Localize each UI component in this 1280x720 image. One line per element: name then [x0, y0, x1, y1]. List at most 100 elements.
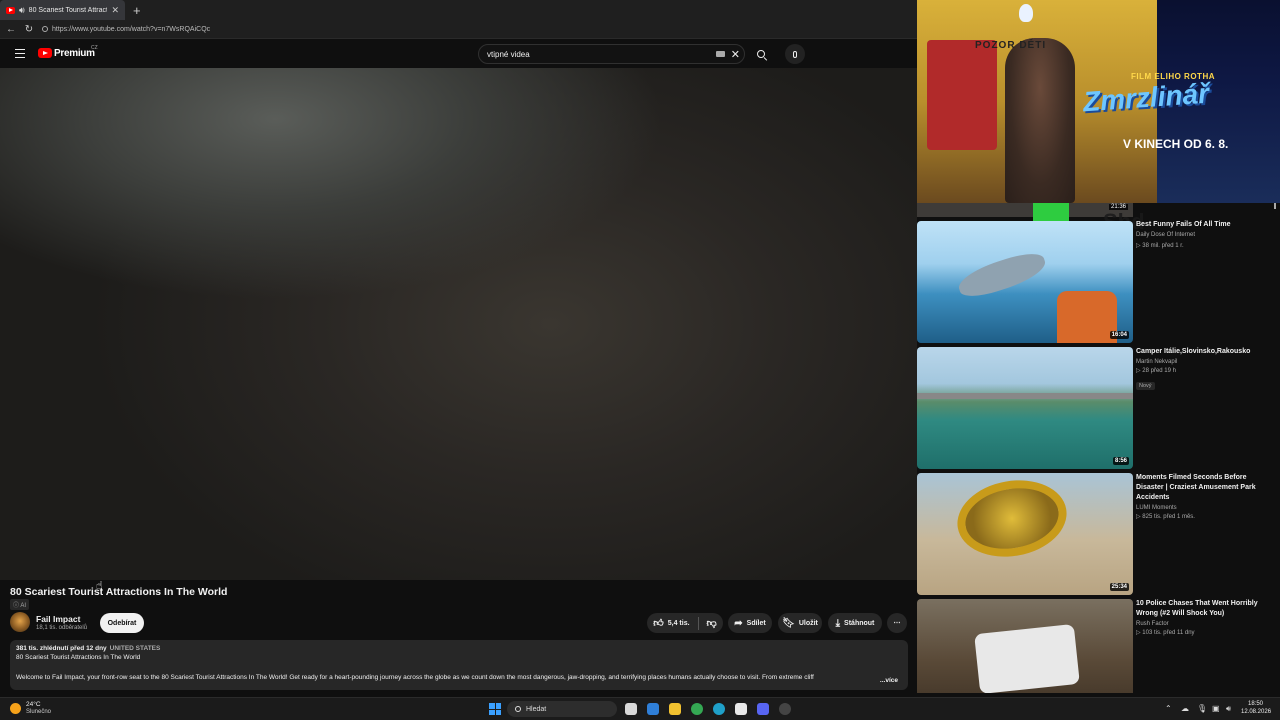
- discord-icon[interactable]: [757, 703, 769, 715]
- thumbs-down-icon[interactable]: 👎︎: [707, 617, 717, 629]
- recommendation-thumbnail[interactable]: 21:36: [917, 203, 1133, 217]
- file-explorer-icon[interactable]: [669, 703, 681, 715]
- recommendation-item[interactable]: 10 Police Chases That Went Horribly Wron…: [917, 599, 1280, 693]
- url-text: https://www.youtube.com/watch?v=n7WsRQAi…: [52, 25, 211, 33]
- recommendation-item[interactable]: 25:34 Moments Filmed Seconds Before Disa…: [917, 473, 1280, 595]
- network-icon[interactable]: ▣: [1212, 704, 1220, 713]
- sun-icon[interactable]: [10, 703, 21, 714]
- weather-description[interactable]: Slunečno: [26, 709, 51, 715]
- recommendation-meta: ▷ 825 tis. před 1 měs.: [1136, 514, 1195, 520]
- share-label: Sdílet: [746, 619, 766, 627]
- share-button[interactable]: ➦ Sdílet: [728, 613, 772, 633]
- chevron-up-icon[interactable]: ⌃: [1165, 704, 1172, 713]
- mail-app-icon[interactable]: [647, 703, 659, 715]
- recommendation-title[interactable]: Camper Itálie,Slovinsko,Rakousko: [1136, 347, 1276, 357]
- recommendation-channel[interactable]: Martin Nekvapil: [1136, 359, 1276, 365]
- subscribe-button[interactable]: Odebírat: [100, 613, 144, 633]
- recommendation-title[interactable]: Moments Filmed Seconds Before Disaster |…: [1136, 473, 1276, 503]
- address-bar: ← ↻ https://www.youtube.com/watch?v=n7Ws…: [0, 20, 917, 39]
- microphone-icon[interactable]: 🎙︎: [1197, 704, 1207, 713]
- voice-search-button[interactable]: [785, 44, 805, 64]
- recommendation-info: Camper Itálie,Slovinsko,Rakousko Martin …: [1136, 347, 1276, 392]
- edge-icon[interactable]: [713, 703, 725, 715]
- amusement-ride-image: [951, 473, 1073, 565]
- description-box[interactable]: 381 tis. zhlédnutí před 12 dny UNITED STA…: [10, 640, 908, 690]
- thumbs-up-icon[interactable]: 👍︎: [653, 617, 663, 629]
- chrome-icon[interactable]: [691, 703, 703, 715]
- site-info-icon[interactable]: [42, 26, 48, 32]
- like-count[interactable]: 5,4 tis.: [668, 620, 690, 627]
- recommendation-thumbnail[interactable]: 25:34: [917, 473, 1133, 595]
- recommendation-channel[interactable]: Rush Factor: [1136, 621, 1276, 627]
- volume-icon[interactable]: 🔊︎: [1226, 704, 1231, 714]
- download-button[interactable]: ⤓ Stáhnout: [828, 613, 882, 633]
- more-actions-button[interactable]: ⋯: [887, 613, 907, 633]
- share-icon: ➦: [734, 617, 743, 629]
- clear-search-icon[interactable]: ✕: [731, 48, 740, 61]
- channel-name[interactable]: Fail Impact: [36, 614, 80, 624]
- ad-window-image: [927, 40, 997, 150]
- recommendation-info: Moments Filmed Seconds Before Disaster |…: [1136, 473, 1276, 520]
- recommendation-title[interactable]: 10 Police Chases That Went Horribly Wron…: [1136, 599, 1276, 619]
- ad-sign-text: POZOR DĚTI: [975, 40, 1047, 51]
- search-icon: [757, 50, 765, 58]
- view-stats: 381 tis. zhlédnutí před 12 dny UNITED STA…: [16, 645, 902, 652]
- clock-time[interactable]: 18:50: [1248, 701, 1263, 707]
- task-view-icon[interactable]: [625, 703, 637, 715]
- channel-avatar[interactable]: [10, 612, 30, 632]
- ad-figure-image: [1005, 38, 1075, 203]
- video-duration: 16:04: [1109, 331, 1129, 339]
- store-icon[interactable]: [735, 703, 747, 715]
- description-text: Welcome to Fail Impact, your front-row s…: [16, 674, 814, 681]
- more-icon: ⋯: [893, 620, 901, 627]
- recommendation-thumbnail[interactable]: 16:04: [917, 221, 1133, 343]
- save-button[interactable]: 🔖︎ Uložit: [778, 613, 822, 633]
- recommendation-thumbnail[interactable]: 8:56: [917, 347, 1133, 469]
- ai-badge-label: AI: [20, 603, 27, 609]
- movie-ad-banner[interactable]: POZOR DĚTI FILM ELIHO ROTHA Zmrzlinář V …: [917, 0, 1280, 203]
- search-button[interactable]: [748, 44, 774, 64]
- speaker-icon[interactable]: 🔊︎: [19, 5, 25, 16]
- url-field[interactable]: https://www.youtube.com/watch?v=n7WsRQAi…: [42, 26, 210, 33]
- crashed-truck-image: [974, 623, 1080, 693]
- new-badge: Nový: [1136, 382, 1155, 390]
- taskbar-search[interactable]: Hledat: [507, 701, 617, 717]
- weather-temperature[interactable]: 24°C: [26, 701, 41, 708]
- settings-gear-icon[interactable]: [779, 703, 791, 715]
- back-icon[interactable]: ←: [6, 24, 16, 35]
- youtube-logo-icon[interactable]: [38, 48, 52, 58]
- description-line-1: 80 Scariest Tourist Attractions In The W…: [16, 654, 141, 661]
- video-player[interactable]: ☝︎: [0, 68, 917, 592]
- reload-icon[interactable]: ↻: [24, 24, 34, 35]
- tab-close-icon[interactable]: ✕: [111, 5, 119, 16]
- recommendations-scrollbar[interactable]: [1272, 203, 1278, 693]
- search-input[interactable]: vtipné videa ✕: [478, 44, 745, 64]
- new-tab-icon[interactable]: +: [133, 3, 141, 18]
- show-more-link[interactable]: ...více: [876, 677, 898, 684]
- recommendation-item[interactable]: 16:04: [917, 221, 1280, 343]
- menu-icon[interactable]: [15, 49, 25, 58]
- channel-subscriber-count: 18,1 tis. odběratelů: [36, 625, 88, 631]
- video-duration: 8:56: [1112, 457, 1129, 465]
- download-label: Stáhnout: [844, 619, 875, 627]
- recommendation-thumbnail[interactable]: [917, 599, 1133, 693]
- country-code: CZ: [91, 45, 98, 51]
- cloud-icon[interactable]: ☁: [1181, 704, 1189, 713]
- browser-tab[interactable]: 🔊︎ 80 Scariest Tourist Attractions In Th…: [0, 0, 125, 20]
- scrollbar-thumb[interactable]: [1274, 203, 1276, 209]
- ad-mascot-icon: [1019, 4, 1033, 22]
- youtube-brand-label[interactable]: Premium: [54, 48, 95, 59]
- like-dislike-group: 👍︎ 5,4 tis. 👎︎: [647, 613, 723, 633]
- windows-start-icon[interactable]: [489, 703, 501, 715]
- recommendation-item[interactable]: 8:56 Camper Itálie,Slovinsko,Rakousko Ma…: [917, 347, 1280, 469]
- windows-taskbar: 24°C Slunečno Hledat ⌃ ☁ 🎙︎ ▣ 🔊︎ 18:50 1…: [0, 697, 1280, 720]
- like-divider: [697, 616, 699, 630]
- keyboard-icon[interactable]: [715, 51, 725, 57]
- search-input-value[interactable]: vtipné videa: [487, 50, 716, 59]
- screen: 🔊︎ 80 Scariest Tourist Attractions In Th…: [0, 0, 1280, 720]
- clock-date[interactable]: 12.08.2026: [1241, 709, 1271, 715]
- microphone-icon: [793, 50, 797, 58]
- recommendation-channel[interactable]: LUMI Moments: [1136, 505, 1276, 511]
- recommendation-info: 10 Police Chases That Went Horribly Wron…: [1136, 599, 1276, 636]
- download-icon: ⤓: [835, 617, 841, 629]
